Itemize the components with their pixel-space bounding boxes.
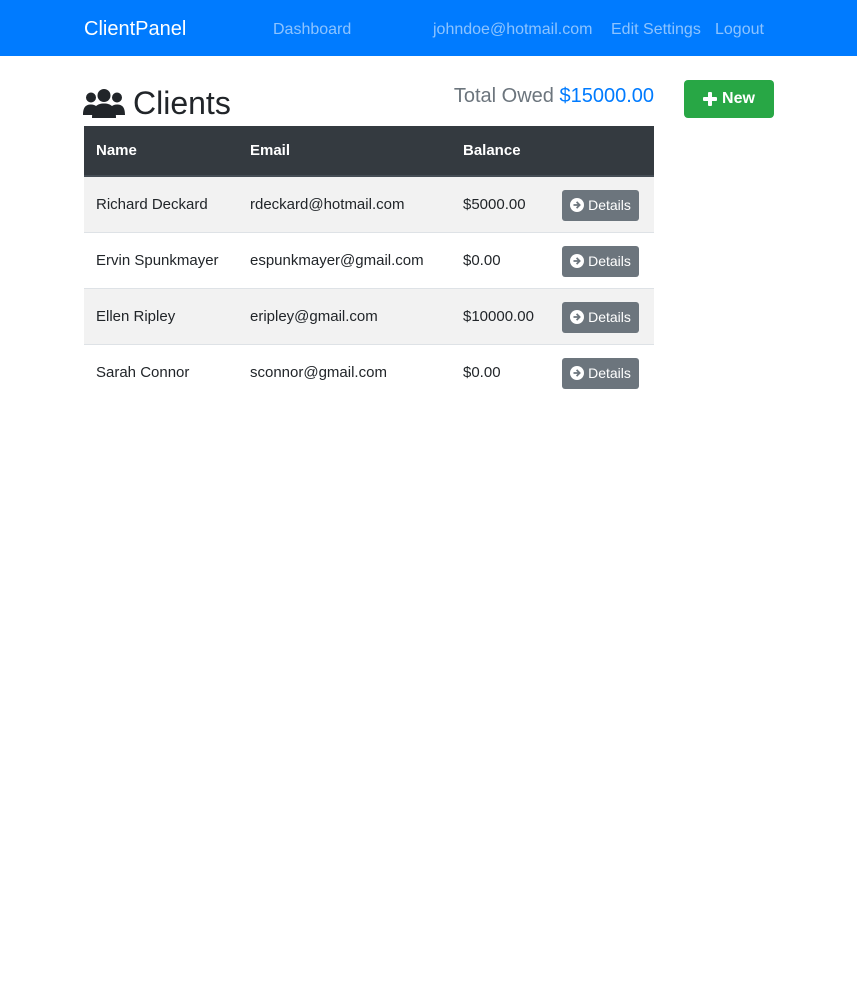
total-owed-label: Total Owed [453,85,554,107]
client-email: sconnor@gmail.com [238,343,451,400]
client-name: Sarah Connor [84,343,238,400]
details-button[interactable]: Details [562,357,639,389]
table-row: Ervin Spunkmayer espunkmayer@gmail.com $… [84,231,654,288]
page-header: Clients [83,83,231,123]
client-name: Richard Deckard [84,176,238,232]
arrow-circle-right-icon [570,198,585,213]
details-button-label: Details [588,197,631,214]
client-balance: $0.00 [451,343,550,400]
arrow-circle-right-icon [570,254,585,268]
brand-link[interactable]: ClientPanel [84,17,186,41]
nav-link-logout[interactable]: Logout [715,20,764,40]
total-owed: Total Owed $15000.00 [454,84,654,108]
details-button-label: Details [588,365,631,382]
new-button-label: New [722,90,755,107]
details-button[interactable]: Details [562,301,639,333]
client-action-cell: Details [550,231,654,288]
details-button-label: Details [588,309,631,325]
client-action-cell: Details [550,176,654,232]
client-action-cell: Details [550,343,654,400]
total-owed-value: $15000.00 [559,85,654,107]
client-name: Ellen Ripley [84,287,238,344]
nav-link-edit-settings[interactable]: Edit Settings [611,20,701,40]
details-button-label: Details [588,253,631,269]
arrow-circle-right-icon [570,310,585,324]
client-action-cell: Details [550,287,654,344]
nav-link-user-email[interactable]: johndoe@hotmail.com [433,20,592,40]
client-email: rdeckard@hotmail.com [238,176,451,232]
top-navbar: ClientPanel Dashboard johndoe@hotmail.co… [0,0,857,56]
column-header-email: Email [238,126,451,177]
details-button[interactable]: Details [562,189,639,221]
nav-link-dashboard[interactable]: Dashboard [273,20,351,40]
table-header-row: Name Email Balance [84,126,654,177]
new-client-button[interactable]: New [684,80,774,118]
client-balance: $10000.00 [451,287,550,344]
users-icon [83,88,125,118]
client-name: Ervin Spunkmayer [84,231,238,288]
table-row: Richard Deckard rdeckard@hotmail.com $50… [84,176,654,232]
arrow-circle-right-icon [570,366,585,381]
table-row: Ellen Ripley eripley@gmail.com $10000.00… [84,287,654,344]
plus-icon [703,92,718,106]
client-email: eripley@gmail.com [238,287,451,344]
client-balance: $0.00 [451,231,550,288]
client-email: espunkmayer@gmail.com [238,231,451,288]
column-header-name: Name [84,126,238,177]
details-button[interactable]: Details [562,245,639,277]
table-row: Sarah Connor sconnor@gmail.com $0.00 Det… [84,343,654,400]
column-header-balance: Balance [451,126,550,177]
column-header-action [550,126,654,177]
clients-table: Name Email Balance Richard Deckard rdeck… [84,126,654,400]
page-title: Clients [133,85,231,121]
client-balance: $5000.00 [451,176,550,232]
